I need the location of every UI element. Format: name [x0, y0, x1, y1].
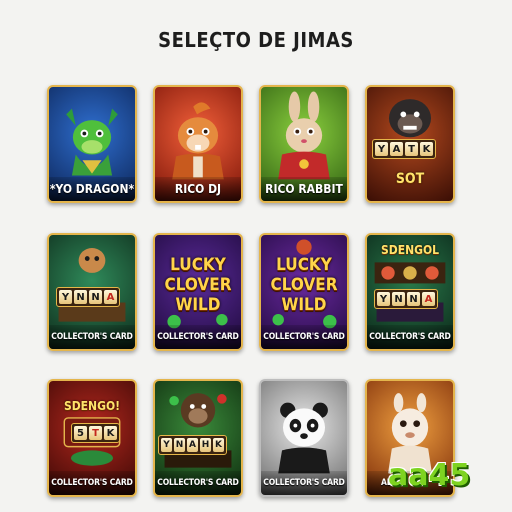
- lucky-line: WILD: [281, 295, 327, 315]
- game-card-label: RICO RABBIT: [261, 177, 347, 201]
- reel-symbol: A: [104, 290, 117, 304]
- lucky-line: CLOVER: [270, 275, 338, 295]
- slot-sign: SDENGOL: [380, 243, 440, 257]
- lucky-line: WILD: [175, 295, 221, 315]
- reel-symbol: K: [104, 426, 117, 440]
- collector-card-2[interactable]: LUCKY CLOVER WILD COLLECTOR'S CARD: [153, 233, 243, 351]
- game-card-gorilla-slot[interactable]: Y A T K SOT: [365, 85, 455, 203]
- slot-reel: 5 T K: [71, 423, 120, 443]
- lucky-line: LUCKY: [276, 255, 332, 275]
- reel-symbol: T: [89, 426, 102, 440]
- game-card-yo-dragon[interactable]: *YO DRAGON*: [47, 85, 137, 203]
- collector-card-5[interactable]: SDENGO! 5 T K COLLECTOR'S CARD: [47, 379, 137, 497]
- game-card-label: COLLECTOR'S CARD: [155, 325, 241, 349]
- page-title: SELEÇTO DE JIMAS: [158, 28, 354, 52]
- reel-symbol: Y: [377, 292, 390, 306]
- game-card-label: *YO DRAGON*: [49, 177, 135, 201]
- collector-card-6[interactable]: Y N A H K COLLECTOR'S CARD: [153, 379, 243, 497]
- reel-symbol: A: [422, 292, 435, 306]
- lucky-line: CLOVER: [164, 275, 232, 295]
- reel-symbol: N: [174, 438, 185, 452]
- game-card-label: COLLECTOR'S CARD: [155, 471, 241, 495]
- slot-reel: Y N A H K: [158, 435, 227, 455]
- reel-symbol: K: [420, 142, 433, 156]
- watermark-logo: aa45: [388, 458, 471, 493]
- reel-symbol: N: [89, 290, 102, 304]
- reel-symbol: Y: [161, 438, 172, 452]
- reel-symbol: N: [407, 292, 420, 306]
- game-card-label: RICO DJ: [155, 177, 241, 201]
- reel-symbol: T: [405, 142, 418, 156]
- reel-symbol: A: [187, 438, 198, 452]
- lucky-line: LUCKY: [170, 255, 226, 275]
- reel-symbol: N: [392, 292, 405, 306]
- game-card-label: COLLECTOR'S CARD: [49, 471, 135, 495]
- collector-card-7[interactable]: COLLECTOR'S CARD: [259, 379, 349, 497]
- reel-symbol: Y: [375, 142, 388, 156]
- game-card-label: COLLECTOR'S CARD: [261, 471, 347, 495]
- collector-card-3[interactable]: LUCKY CLOVER WILD COLLECTOR'S CARD: [259, 233, 349, 351]
- slot-reel: Y A T K: [372, 139, 436, 159]
- slot-sign: SOT: [395, 171, 425, 187]
- reel-symbol: A: [390, 142, 403, 156]
- game-card-label: COLLECTOR'S CARD: [49, 325, 135, 349]
- game-card-label: COLLECTOR'S CARD: [261, 325, 347, 349]
- reel-symbol: 5: [74, 426, 87, 440]
- reel-symbol: K: [213, 438, 224, 452]
- collector-card-4[interactable]: SDENGOL Y N N A COLLECTOR'S CARD: [365, 233, 455, 351]
- slot-sign: SDENGO!: [63, 399, 121, 413]
- game-card-rico-rabbit[interactable]: RICO RABBIT: [259, 85, 349, 203]
- collector-card-1[interactable]: Y N N A COLLECTOR'S CARD: [47, 233, 137, 351]
- slot-reel: Y N N A: [374, 289, 438, 309]
- reel-symbol: Y: [59, 290, 72, 304]
- game-card-label: COLLECTOR'S CARD: [367, 325, 453, 349]
- reel-symbol: N: [74, 290, 87, 304]
- reel-symbol: H: [200, 438, 211, 452]
- game-card-rico-dj[interactable]: RICO DJ: [153, 85, 243, 203]
- slot-reel: Y N N A: [56, 287, 120, 307]
